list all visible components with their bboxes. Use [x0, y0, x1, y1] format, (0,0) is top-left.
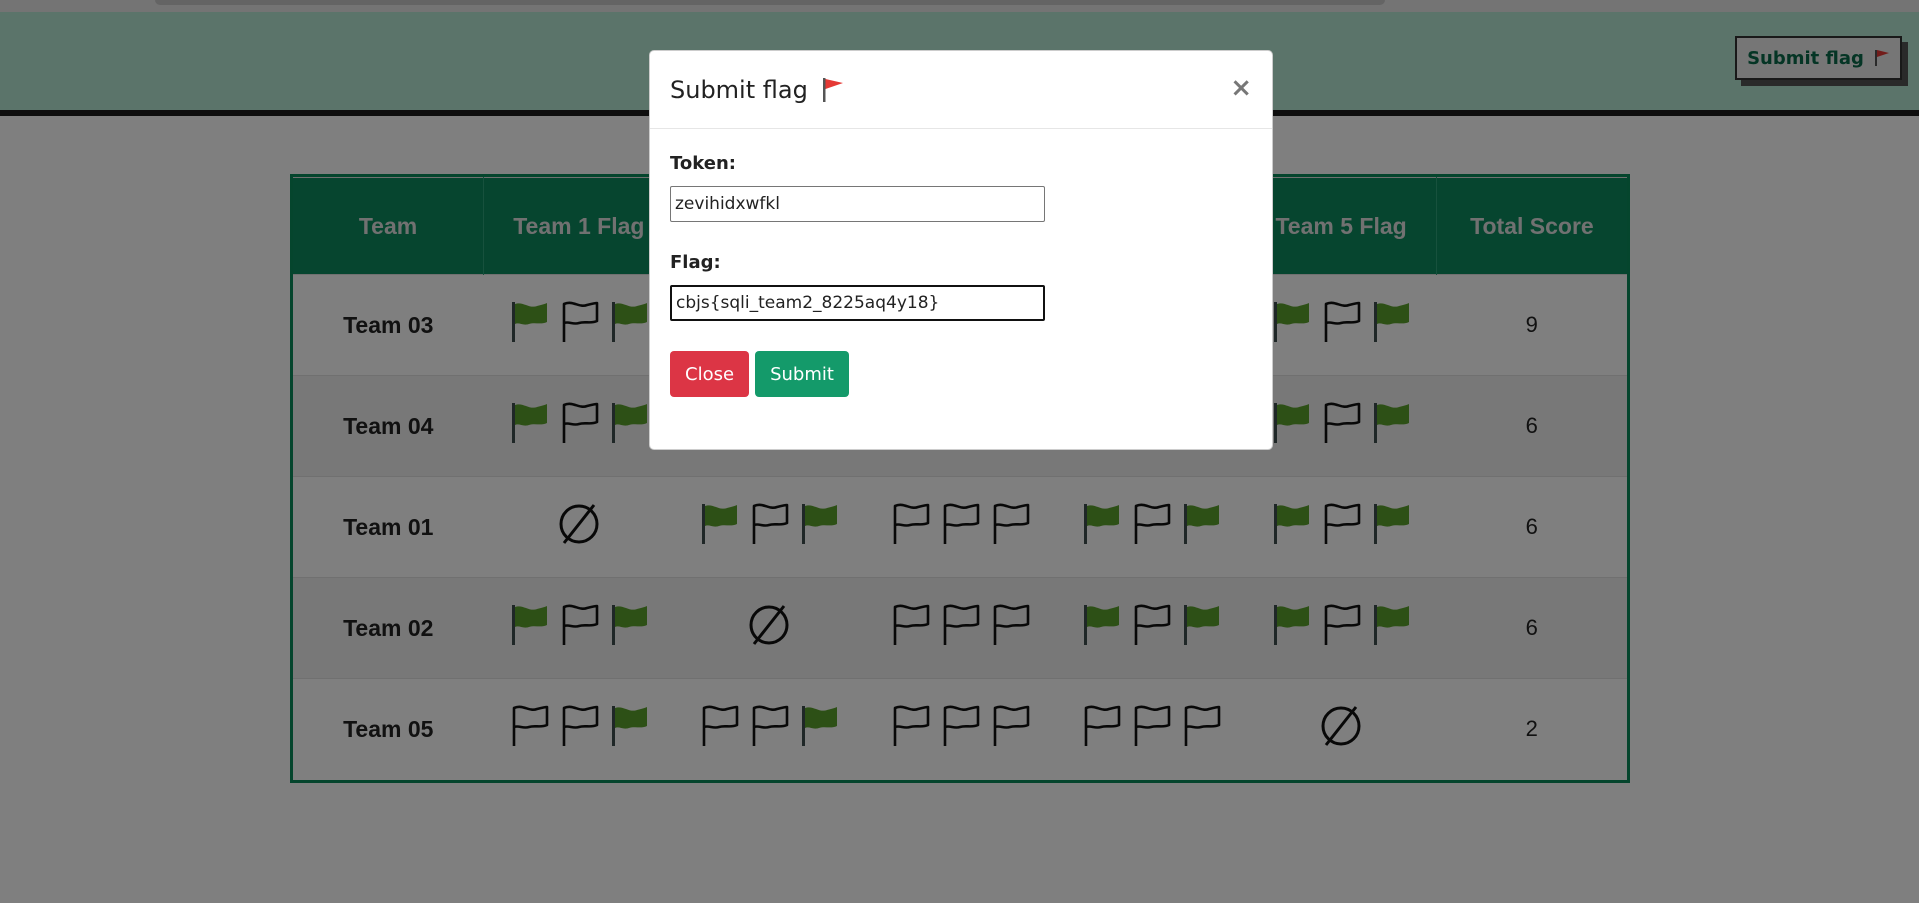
modal-title: Submit flag: [670, 75, 808, 104]
submit-flag-modal: Submit flag × Token: Flag: Close Submit: [649, 50, 1273, 450]
submit-button[interactable]: Submit: [755, 351, 849, 397]
token-label: Token:: [670, 153, 736, 174]
close-button[interactable]: Close: [670, 351, 749, 397]
flag-label: Flag:: [670, 252, 721, 273]
modal-button-row: Close Submit: [670, 351, 1252, 397]
modal-body: Token: Flag: Close Submit: [650, 129, 1272, 421]
token-field-group: Token:: [670, 153, 1252, 222]
flag-field-group: Flag:: [670, 252, 1252, 321]
flag-input[interactable]: [670, 285, 1045, 321]
token-input[interactable]: [670, 186, 1045, 222]
red-flag-icon: [822, 77, 843, 102]
modal-header: Submit flag ×: [650, 51, 1272, 129]
close-icon[interactable]: ×: [1230, 75, 1252, 101]
